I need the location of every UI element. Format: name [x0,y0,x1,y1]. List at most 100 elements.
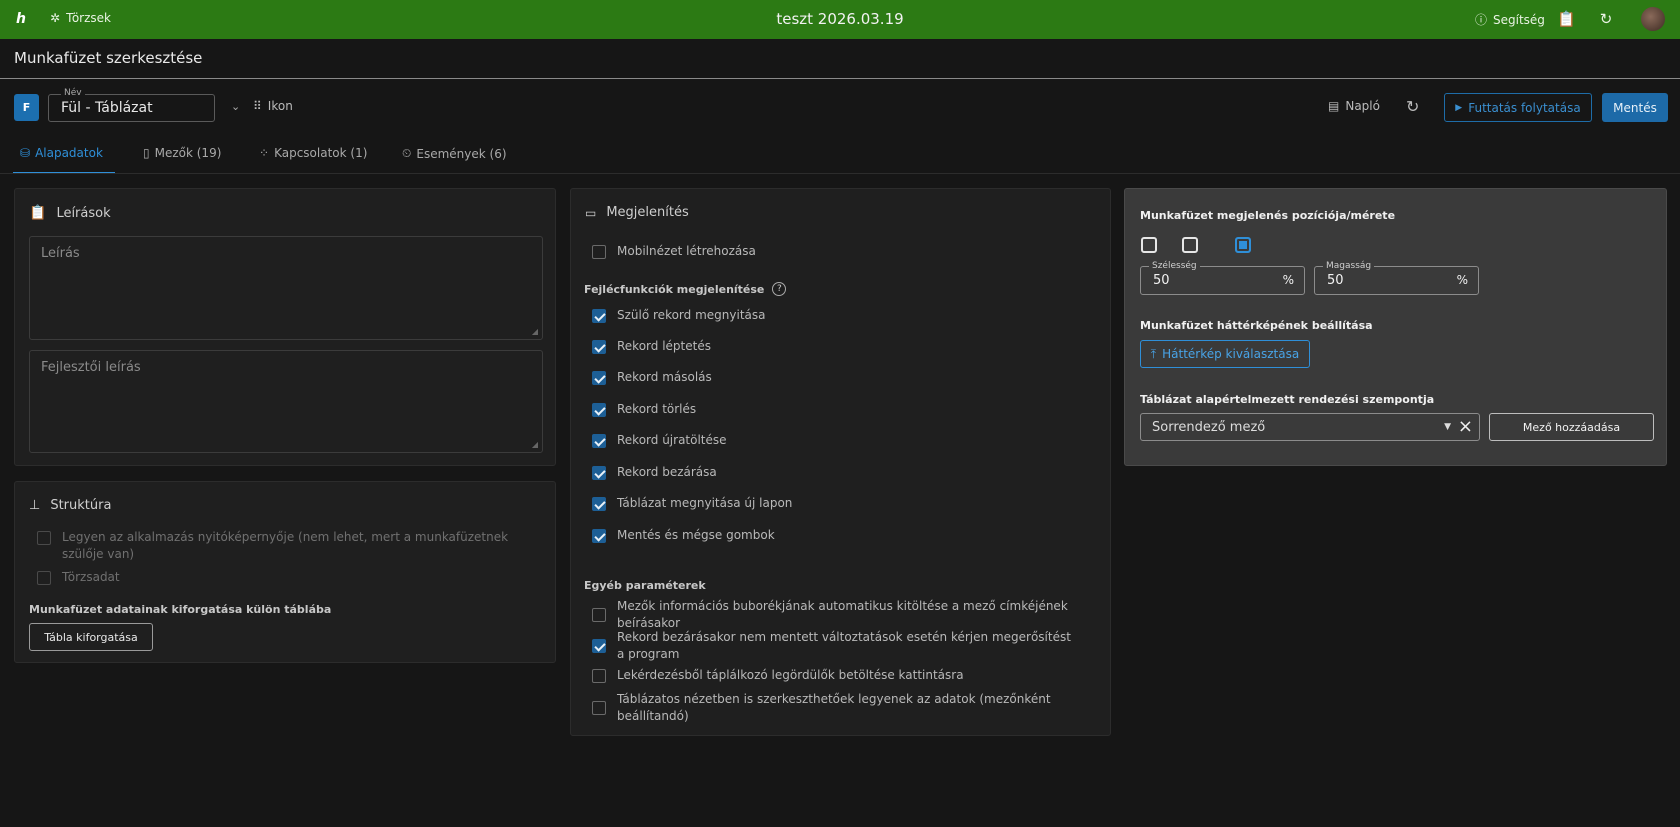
help-circle-icon[interactable]: ? [772,282,787,296]
other-param-checkbox[interactable] [592,608,606,622]
structure-header: ⊥ Struktúra [29,498,111,513]
description-textarea[interactable]: Leírás ◢ [29,236,543,340]
header-function-checkbox[interactable] [592,497,606,511]
other-param-checkbox[interactable] [592,701,606,715]
sort-field-select[interactable]: Sorrendező mező ▼ × [1140,413,1480,441]
tab-kapcsolatok[interactable]: ⁘ Kapcsolatok (1) [259,146,367,160]
sparkle-icon: ✲ [50,11,61,25]
header-function-option: Rekord másolás [592,369,712,386]
avatar[interactable] [1641,7,1665,31]
width-field[interactable]: Szélesség 50 % [1140,261,1305,295]
clipboard-search-icon[interactable]: 📋 [1557,10,1576,28]
choose-background-button[interactable]: ⤒ Háttérkép kiválasztása [1140,340,1310,368]
height-unit: % [1456,273,1468,287]
add-field-button[interactable]: Mező hozzáadása [1489,413,1654,441]
master-data-option: Törzsadat [37,569,120,586]
header-functions-label: Fejlécfunkciók megjelenítése [584,282,765,296]
name-field[interactable]: Név Fül - Táblázat [48,88,215,122]
mobile-view-checkbox[interactable] [592,245,606,259]
tab-esemenyek[interactable]: ⏲ Események (6) [402,146,507,161]
height-field[interactable]: Magasság 50 % [1314,261,1479,295]
width-unit: % [1282,273,1294,287]
start-screen-checkbox[interactable] [37,531,51,545]
pivot-section-label: Munkafüzet adatainak kiforgatása külön t… [29,603,332,616]
master-data-checkbox[interactable] [37,571,51,585]
other-param-checkbox[interactable] [592,639,606,653]
header-functions-section: Fejlécfunkciók megjelenítése ? [584,282,787,296]
clipboard-icon: 📋 [29,205,47,221]
other-param-checkbox[interactable] [592,669,606,683]
window-icon: ▭ [585,205,597,220]
start-screen-option: Legyen az alkalmazás nyitóképernyője (ne… [37,529,542,563]
pivot-table-button[interactable]: Tábla kiforgatása [29,623,153,651]
page-title: Munkafüzet szerkesztése [14,49,203,67]
save-button[interactable]: Mentés [1602,93,1668,122]
sort-field-placeholder: Sorrendező mező [1152,420,1266,435]
tabs-divider [0,173,1680,174]
chevron-down-icon[interactable]: ⌄ [231,100,240,113]
mobile-view-option: Mobilnézet létrehozása [592,243,756,260]
tab-label: Események (6) [416,146,507,161]
header-function-checkbox[interactable] [592,434,606,448]
tab-mezok[interactable]: ▯ Mezők (19) [143,146,221,160]
header-function-option: Szülő rekord megnyitása [592,307,765,324]
top-bar: h ✲ Törzsek teszt 2026.03.19 ⓘ Segítség … [0,0,1680,39]
reload-icon[interactable]: ↻ [1597,10,1615,28]
header-function-option: Rekord léptetés [592,338,711,355]
header-function-checkbox[interactable] [592,340,606,354]
tab-label: Kapcsolatok (1) [274,146,368,160]
start-screen-label: Legyen az alkalmazás nyitóképernyője (ne… [62,530,509,561]
display-header: ▭ Megjelenítés [585,205,689,220]
display-panel: ▭ Megjelenítés Mobilnézet létrehozása Fe… [570,188,1111,736]
events-icon: ⏲ [402,146,412,160]
database-icon: ⛁ [20,146,31,160]
refresh-icon[interactable]: ↻ [1406,97,1419,116]
header-function-label: Rekord másolás [617,370,712,384]
dev-description-textarea[interactable]: Fejlesztői leírás ◢ [29,350,543,453]
caret-down-icon[interactable]: ▼ [1444,422,1451,432]
help-link[interactable]: ⓘ Segítség [1475,11,1545,28]
width-value[interactable]: 50 [1153,273,1170,288]
icon-picker[interactable]: ⠿ Ikon [253,99,293,113]
structure-panel: ⊥ Struktúra Legyen az alkalmazás nyitóké… [14,481,556,663]
header-function-label: Mentés és mégse gombok [617,528,775,542]
header-function-checkbox[interactable] [592,466,606,480]
dev-description-placeholder: Fejlesztői leírás [41,360,141,375]
position-size-title: Munkafüzet megjelenés pozíciója/mérete [1140,209,1396,222]
grid-icon: ⠿ [253,99,262,113]
name-field-value[interactable]: Fül - Táblázat [61,100,153,116]
app-logo[interactable]: h [16,11,32,27]
header-function-option: Rekord újratöltése [592,432,727,449]
header-function-checkbox[interactable] [592,403,606,417]
help-label: Segítség [1493,12,1545,27]
header-function-label: Rekord léptetés [617,339,711,353]
log-icon: ▤ [1328,99,1340,113]
position-center-icon[interactable] [1235,237,1251,253]
tab-bar: ⛁ Alapadatok ▯ Mezők (19) ⁘ Kapcsolatok … [0,140,1680,174]
torzsek-menu[interactable]: ✲ Törzsek [50,11,111,25]
run-continue-button[interactable]: ▶ Futtatás folytatása [1444,93,1592,122]
other-param-option: Mezők információs buborékjának automatik… [592,598,1082,632]
header-divider [0,78,1680,79]
height-value[interactable]: 50 [1327,273,1344,288]
tab-alapadatok[interactable]: ⛁ Alapadatok [20,146,103,160]
header-function-checkbox[interactable] [592,529,606,543]
resize-grip-icon[interactable]: ◢ [532,440,538,449]
description-placeholder: Leírás [41,246,80,261]
icon-picker-label: Ikon [267,99,293,113]
header-function-checkbox[interactable] [592,371,606,385]
width-legend: Szélesség [1149,261,1200,271]
close-icon[interactable]: × [1458,416,1473,437]
workbook-badge[interactable]: F [14,94,39,121]
resize-grip-icon[interactable]: ◢ [532,327,538,336]
log-button[interactable]: ▤ Napló [1328,99,1380,113]
position-bottom-icon[interactable] [1141,237,1157,253]
display-title: Megjelenítés [606,205,689,220]
help-icon: ⓘ [1475,13,1488,27]
header-function-label: Rekord törlés [617,402,697,416]
master-data-label: Törzsadat [62,570,120,584]
upload-icon: ⤒ [1150,346,1157,361]
position-right-icon[interactable] [1182,237,1198,253]
header-function-label: Rekord bezárása [617,465,717,479]
header-function-checkbox[interactable] [592,309,606,323]
